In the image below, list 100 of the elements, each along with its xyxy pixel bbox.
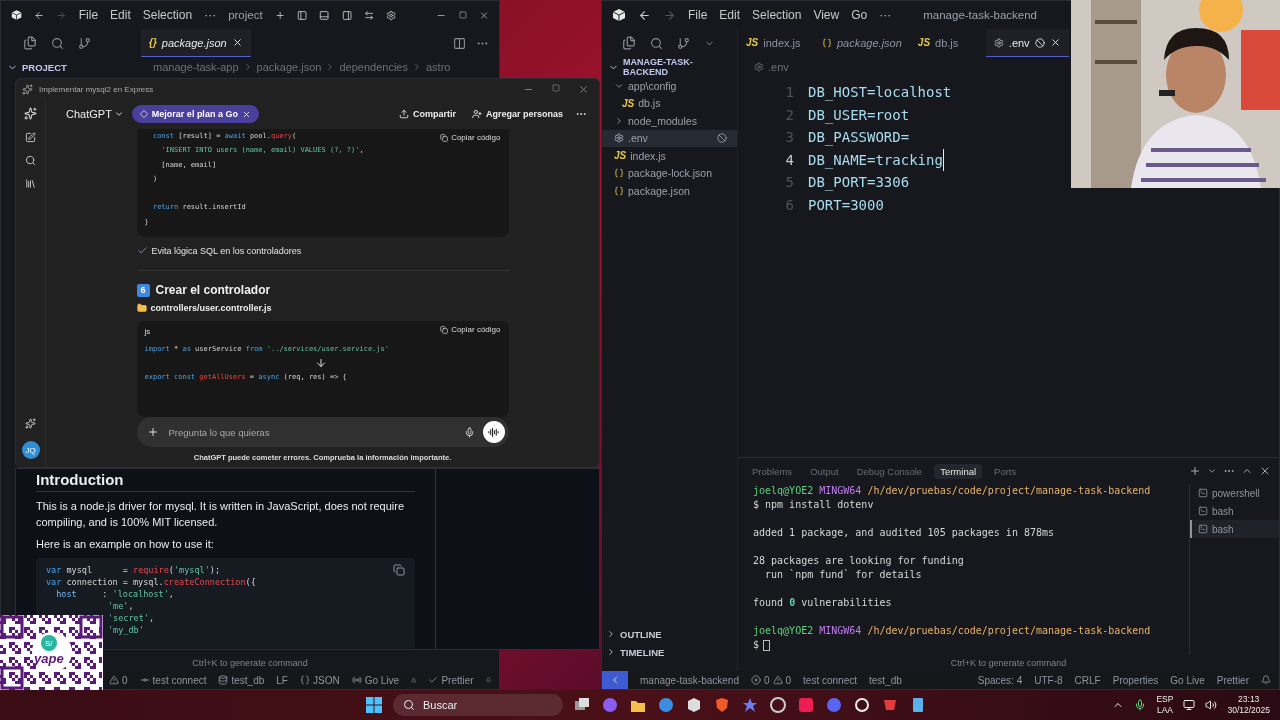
status-item[interactable]: LF bbox=[276, 674, 288, 686]
message-input[interactable]: Pregunta lo que quieras bbox=[166, 425, 456, 439]
share-button[interactable]: Compartir bbox=[394, 107, 460, 121]
microphone-icon[interactable] bbox=[463, 426, 475, 438]
status-item[interactable]: Properties bbox=[1112, 674, 1159, 686]
menu-item[interactable]: Selection bbox=[142, 8, 193, 22]
back-icon[interactable] bbox=[638, 8, 651, 22]
microphone-icon[interactable] bbox=[1134, 699, 1147, 711]
forward-icon[interactable] bbox=[663, 8, 676, 22]
copy-code-button[interactable]: Copiar código bbox=[440, 325, 501, 335]
editor-tab[interactable]: package.json bbox=[814, 29, 910, 57]
search-icon[interactable] bbox=[51, 36, 64, 50]
timeline-section[interactable]: TIMELINE bbox=[602, 643, 737, 661]
menu-item[interactable]: Edit bbox=[719, 8, 741, 22]
maximize-icon[interactable] bbox=[458, 10, 467, 20]
volume-icon[interactable] bbox=[1205, 699, 1218, 711]
start-icon[interactable] bbox=[365, 696, 383, 714]
sparkle-icon[interactable] bbox=[25, 418, 36, 429]
terminal-session[interactable]: bash bbox=[1190, 520, 1279, 538]
breadcrumb[interactable]: manage-task-app bbox=[153, 61, 239, 73]
tree-item[interactable]: .env bbox=[602, 129, 737, 147]
files-icon[interactable] bbox=[23, 36, 37, 50]
editor-tab[interactable]: JS index.js bbox=[738, 29, 814, 57]
voice-button[interactable] bbox=[482, 421, 505, 443]
status-item[interactable]: Prettier bbox=[428, 674, 474, 686]
panel-right-icon[interactable] bbox=[341, 8, 352, 22]
app-logo-icon[interactable] bbox=[24, 107, 37, 120]
search-field[interactable]: Buscar bbox=[393, 694, 563, 716]
menu-item[interactable]: ··· bbox=[879, 8, 892, 22]
panel-tab[interactable]: Terminal bbox=[934, 463, 983, 479]
close-icon[interactable] bbox=[578, 83, 589, 95]
editor-tab[interactable]: .env bbox=[985, 29, 1069, 57]
menu-item[interactable]: File bbox=[78, 8, 99, 22]
panel-left-icon[interactable] bbox=[297, 8, 308, 22]
language-indicator[interactable]: ESP LAA bbox=[1156, 694, 1174, 716]
search-icon[interactable] bbox=[650, 36, 663, 50]
status-item[interactable]: UTF-8 bbox=[1034, 674, 1063, 686]
bell-icon[interactable] bbox=[1261, 675, 1271, 685]
menu-item[interactable]: Selection bbox=[752, 8, 802, 22]
upgrade-button[interactable]: Mejorar el plan a Go bbox=[131, 105, 259, 123]
status-item[interactable]: JSON bbox=[299, 674, 340, 686]
status-item[interactable]: Spaces: 4 bbox=[977, 674, 1023, 686]
model-selector[interactable]: ChatGPT bbox=[66, 108, 124, 120]
menu-item[interactable]: Go bbox=[851, 8, 868, 22]
breadcrumb[interactable]: .env bbox=[768, 61, 789, 73]
breadcrumb[interactable]: package.json bbox=[256, 61, 322, 73]
status-item[interactable]: test_db bbox=[869, 674, 902, 686]
network-icon[interactable] bbox=[1183, 699, 1196, 711]
status-item[interactable]: test connect bbox=[139, 674, 207, 686]
message-field[interactable]: Pregunta lo que quieras bbox=[136, 417, 509, 447]
plus-icon[interactable] bbox=[1189, 465, 1201, 477]
tree-item[interactable]: JS index.js bbox=[602, 147, 737, 165]
close-icon[interactable] bbox=[1259, 465, 1271, 477]
tree-item[interactable]: JS db.js bbox=[602, 94, 737, 112]
command-hint: Ctrl+K to generate command bbox=[950, 658, 1067, 668]
copy-icon[interactable] bbox=[393, 564, 405, 576]
status-item[interactable]: Go Live bbox=[351, 674, 400, 686]
status-item[interactable]: test_db bbox=[218, 674, 265, 686]
breadcrumb[interactable]: dependencies bbox=[339, 61, 408, 73]
copy-code-button[interactable]: Copiar código bbox=[440, 133, 501, 142]
scroll-down-icon[interactable] bbox=[314, 357, 327, 370]
tree-item[interactable]: package.json bbox=[602, 182, 737, 200]
problems-count[interactable]: 0 0 bbox=[750, 674, 792, 686]
tree-item[interactable]: app\config bbox=[602, 77, 737, 95]
terminal-session[interactable]: powershell bbox=[1190, 484, 1279, 502]
library-icon[interactable] bbox=[25, 178, 36, 189]
status-item[interactable]: test connect bbox=[803, 674, 857, 686]
split-editor-icon[interactable] bbox=[453, 36, 466, 50]
branch-icon[interactable] bbox=[78, 36, 91, 50]
menu-item[interactable]: ··· bbox=[204, 8, 217, 22]
status-item[interactable]: Prettier bbox=[1216, 674, 1249, 686]
outline-section[interactable]: OUTLINE bbox=[602, 625, 737, 643]
menu-item[interactable]: Edit bbox=[110, 8, 131, 22]
status-item[interactable]: manage-task-backend bbox=[640, 674, 739, 686]
settings-icon[interactable] bbox=[386, 8, 397, 22]
warnings-count[interactable]: 0 bbox=[109, 674, 128, 686]
editor-tab[interactable]: JS db.js bbox=[909, 29, 986, 57]
status-item[interactable]: CRLF bbox=[1074, 674, 1101, 686]
code-language: js bbox=[144, 327, 151, 337]
terminal-session[interactable]: bash bbox=[1190, 502, 1279, 520]
cube-icon[interactable] bbox=[685, 696, 703, 714]
tree-item[interactable]: package-lock.json bbox=[602, 164, 737, 182]
tree-item[interactable]: node_modules bbox=[602, 112, 737, 130]
menu-item[interactable]: View bbox=[813, 8, 840, 22]
add-people-button[interactable]: Agregar personas bbox=[467, 107, 567, 121]
menu-item[interactable]: File bbox=[688, 8, 708, 22]
plus-icon[interactable] bbox=[146, 426, 159, 438]
clock[interactable]: 23:13 30/12/2025 bbox=[1227, 694, 1270, 716]
files-icon[interactable] bbox=[622, 36, 636, 50]
chevron-icon[interactable] bbox=[1207, 466, 1217, 476]
status-item[interactable]: Go Live bbox=[1170, 674, 1205, 686]
new-chat-icon[interactable] bbox=[25, 132, 36, 143]
editor-tab[interactable]: {} package.json bbox=[141, 29, 251, 57]
panel-bottom-icon[interactable] bbox=[319, 8, 330, 22]
breadcrumb[interactable]: astro bbox=[425, 61, 451, 73]
search-icon[interactable] bbox=[25, 155, 36, 166]
swap-icon[interactable] bbox=[363, 8, 375, 22]
star-icon[interactable] bbox=[741, 696, 759, 714]
branch-icon[interactable] bbox=[677, 36, 690, 50]
shield-icon[interactable] bbox=[713, 696, 731, 714]
